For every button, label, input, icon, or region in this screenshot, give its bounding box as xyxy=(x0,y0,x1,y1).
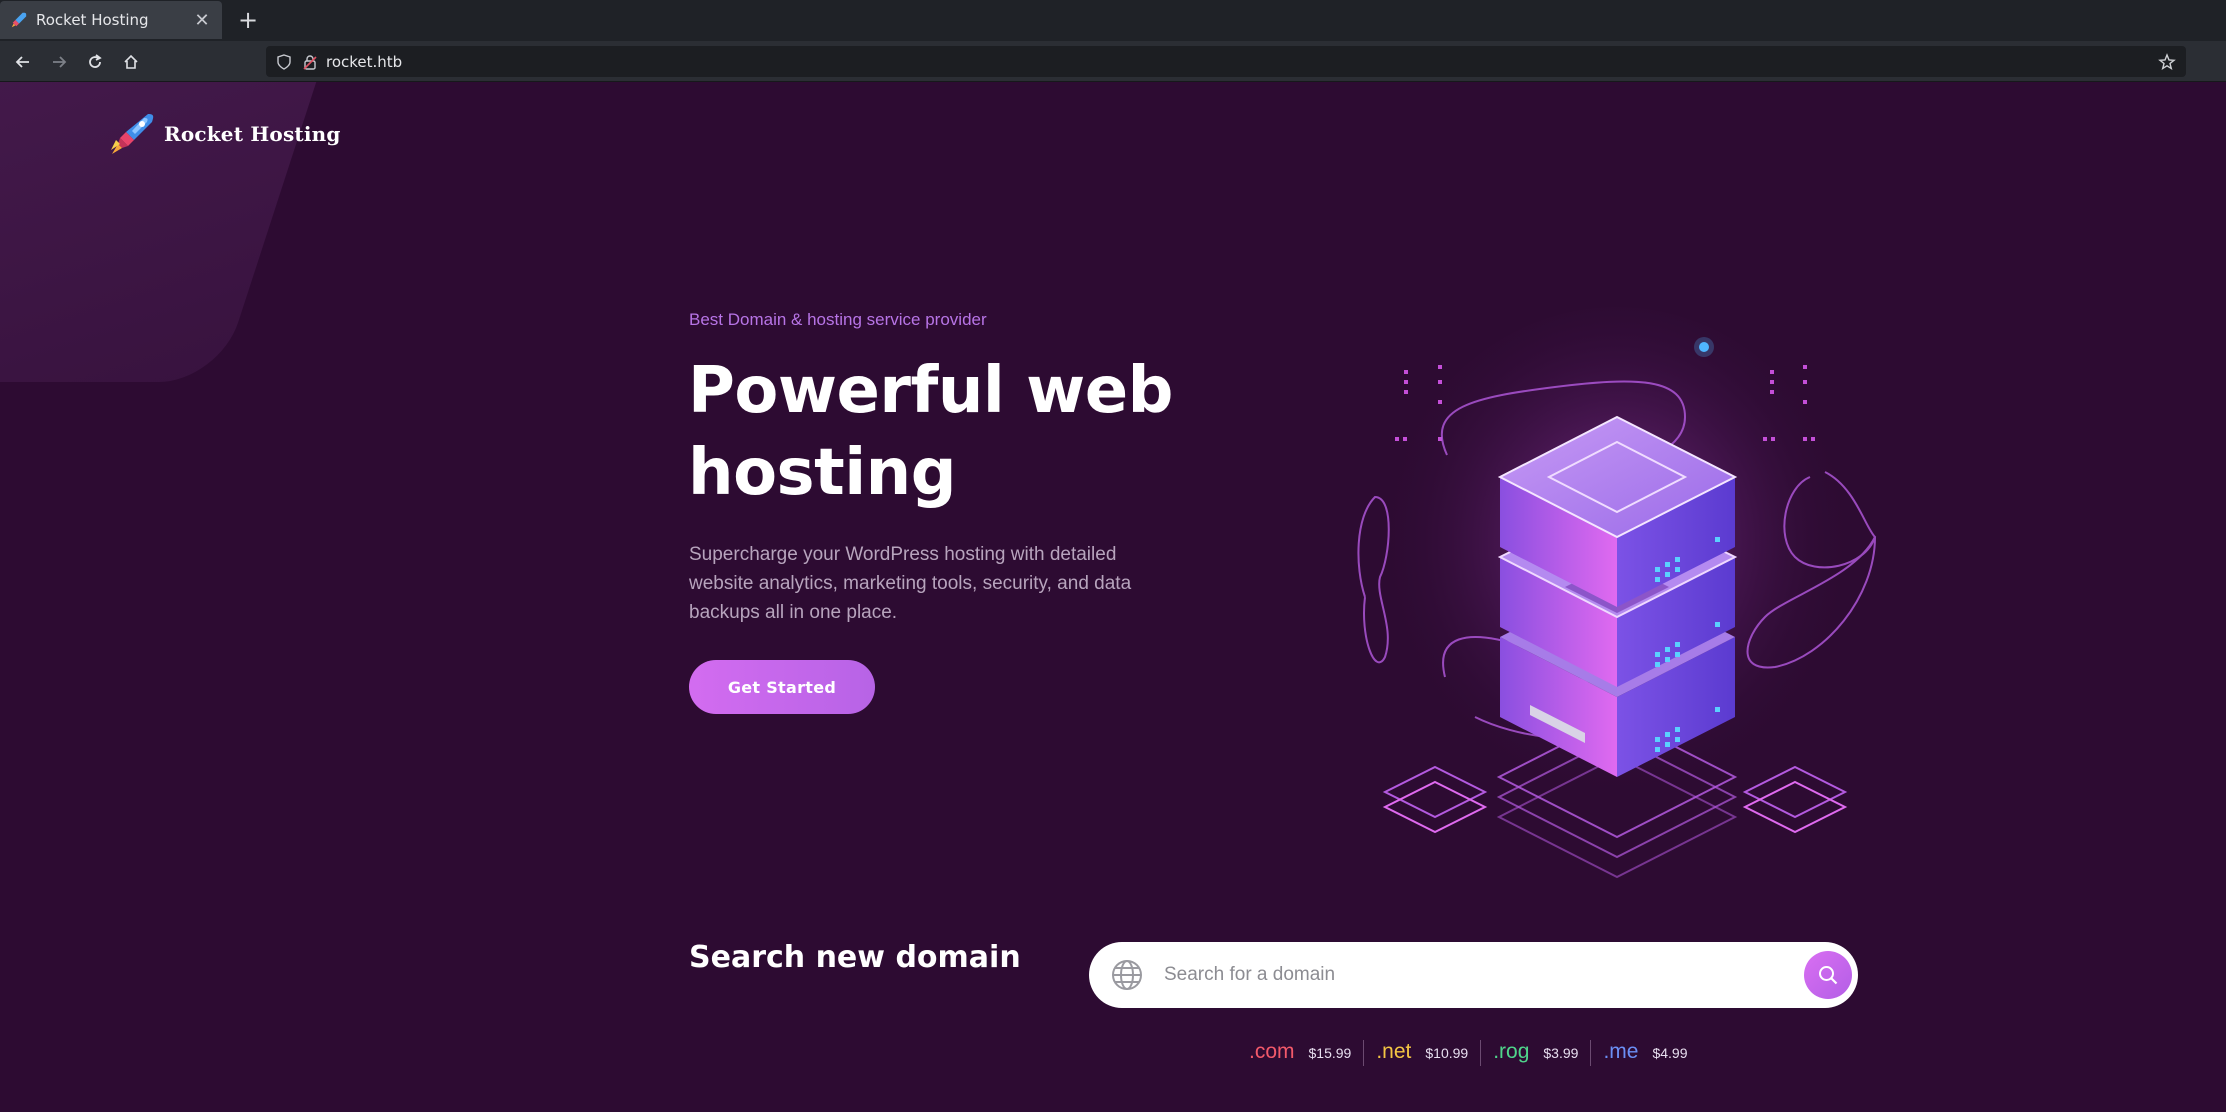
hero-tagline: Best Domain & hosting service provider xyxy=(689,310,987,329)
tld-price: $3.99 xyxy=(1543,1045,1579,1061)
back-button[interactable] xyxy=(8,47,38,77)
arrow-right-icon xyxy=(53,56,67,68)
hero-description: Supercharge your WordPress hosting with … xyxy=(689,544,1132,623)
browser-tab[interactable]: Rocket Hosting ✕ xyxy=(0,1,222,39)
page-viewport: Rocket Hosting Best Domain & hosting ser… xyxy=(0,82,2226,1112)
get-started-button[interactable]: Get Started xyxy=(689,660,875,714)
tab-title: Rocket Hosting xyxy=(36,11,149,29)
tld-name: .rog xyxy=(1493,1040,1530,1063)
domain-search-input[interactable] xyxy=(1164,955,1764,995)
arrow-left-icon xyxy=(15,56,29,68)
tab-close-icon[interactable]: ✕ xyxy=(192,10,212,31)
tld-name: .com xyxy=(1249,1040,1295,1063)
new-tab-button[interactable]: + xyxy=(233,6,263,36)
bookmark-star-button[interactable] xyxy=(2156,51,2178,73)
tld-item-com[interactable]: .com $15.99 xyxy=(1245,1040,1363,1066)
reload-button[interactable] xyxy=(80,47,110,77)
forward-button[interactable] xyxy=(44,47,74,77)
shield-icon xyxy=(277,53,291,70)
home-icon xyxy=(124,54,138,69)
address-bar[interactable]: rocket.htb xyxy=(266,46,2186,77)
hero-headline: Powerful web hosting xyxy=(688,354,1173,510)
server-stack-illustration xyxy=(1357,307,1877,879)
tld-price: $10.99 xyxy=(1425,1045,1469,1061)
insecure-lock-icon xyxy=(303,54,317,70)
tld-price-list: .com $15.99 .net $10.99 .rog $3.99 .me $… xyxy=(1245,1040,1700,1066)
tld-price: $4.99 xyxy=(1652,1045,1688,1061)
magnifier-icon xyxy=(1819,966,1838,985)
tld-item-me[interactable]: .me $4.99 xyxy=(1590,1040,1699,1066)
globe-icon xyxy=(1112,960,1142,990)
reload-icon xyxy=(89,54,102,68)
tld-item-net[interactable]: .net $10.99 xyxy=(1363,1040,1480,1066)
tld-name: .me xyxy=(1603,1040,1639,1063)
browser-nav-bar: rocket.htb xyxy=(0,41,2226,82)
brand-name: Rocket Hosting xyxy=(164,122,341,146)
tld-name: .net xyxy=(1376,1040,1412,1063)
tld-item-rog[interactable]: .rog $3.99 xyxy=(1480,1040,1590,1066)
browser-tab-bar: Rocket Hosting ✕ + xyxy=(0,0,2226,41)
search-section-title: Search new domain xyxy=(689,940,1021,975)
star-icon xyxy=(2158,53,2176,71)
tld-price: $15.99 xyxy=(1308,1045,1352,1061)
rocket-favicon-icon xyxy=(11,12,27,28)
home-button[interactable] xyxy=(116,47,146,77)
brand-logo[interactable]: Rocket Hosting xyxy=(108,110,341,158)
url-text: rocket.htb xyxy=(326,52,403,71)
domain-search-box xyxy=(1089,942,1858,1008)
rocket-logo-icon xyxy=(111,114,154,154)
search-submit-button[interactable] xyxy=(1804,951,1852,999)
